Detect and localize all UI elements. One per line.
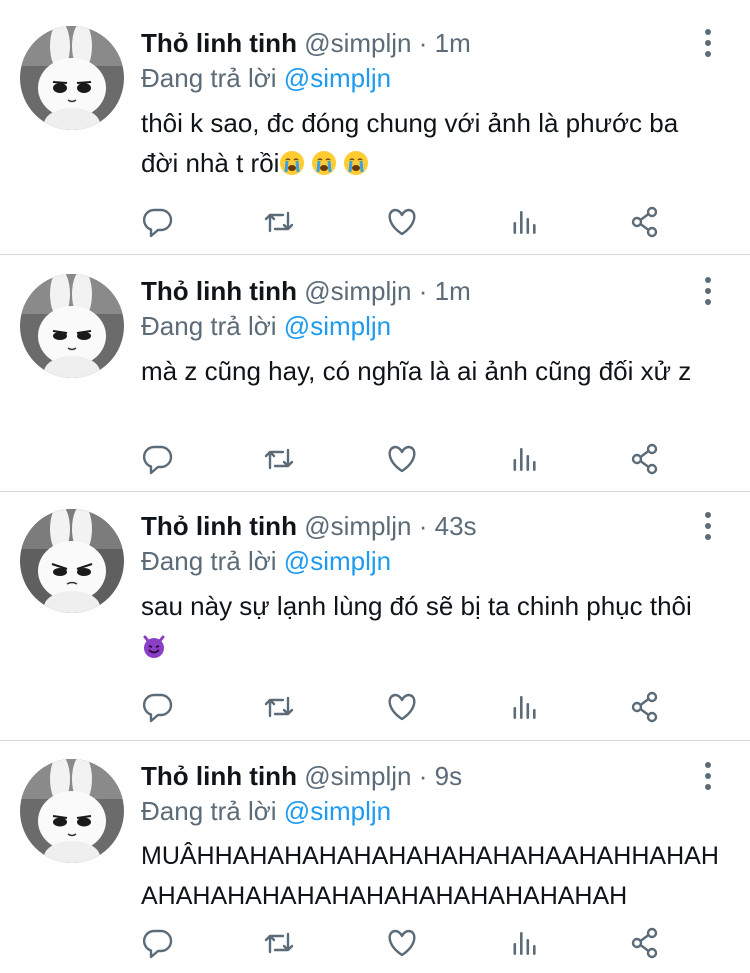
more-options-icon[interactable] [694,26,722,60]
tweet[interactable]: Thỏ linh tinh @simpljn · 9s Đang trả lời… [0,741,750,973]
author-handle[interactable]: @simpljn [304,511,411,541]
more-options-icon[interactable] [694,759,722,793]
replying-to-label: Đang trả lời [141,311,277,341]
analytics-icon[interactable] [508,926,542,960]
share-icon[interactable] [628,690,662,724]
share-icon[interactable] [628,926,662,960]
tweet-text: MUÂHHAHAHAHAHAHAHAHAHAHAAHAHHAHAHAHAHAHA… [141,836,721,916]
replying-to: Đang trả lời @simpljn [141,61,391,95]
tweet[interactable]: Thỏ linh tinh @simpljn · 43s Đang trả lờ… [0,492,750,740]
reply-feed: Thỏ linh tinh @simpljn · 1m Đang trả lời… [0,0,750,973]
replying-to: Đang trả lời @simpljn [141,544,391,578]
tweet[interactable]: Thỏ linh tinh @simpljn · 1m Đang trả lời… [0,255,750,491]
separator-dot: · [418,511,428,541]
retweet-icon[interactable] [262,205,296,239]
loudly-crying-face-icon [344,151,369,175]
tweet-text: sau này sự lạnh lùng đó sẽ bị ta chinh p… [141,586,721,666]
separator-dot: · [418,276,428,306]
tweet-text-content: thôi k sao, đc đóng chung với ảnh là phư… [141,108,679,178]
reply-icon[interactable] [141,690,175,724]
author-handle[interactable]: @simpljn [304,276,411,306]
like-icon[interactable] [385,690,419,724]
separator-dot: · [418,28,428,58]
retweet-icon[interactable] [262,442,296,476]
tweet-text-content: sau này sự lạnh lùng đó sẽ bị ta chinh p… [141,591,692,621]
avatar[interactable] [20,759,124,863]
loudly-crying-face-icon [280,151,305,175]
author-handle[interactable]: @simpljn [304,761,411,791]
replying-to-label: Đang trả lời [141,796,277,826]
smiling-devil-face-icon [143,635,165,658]
timestamp[interactable]: 9s [435,761,462,791]
replying-to-mention[interactable]: @simpljn [284,546,391,576]
share-icon[interactable] [628,205,662,239]
avatar[interactable] [20,509,124,613]
like-icon[interactable] [385,205,419,239]
tweet-text-content: mà z cũng hay, có nghĩa là ai ảnh cũng đ… [141,356,692,386]
author-name[interactable]: Thỏ linh tinh [141,28,297,58]
timestamp[interactable]: 1m [435,28,471,58]
replying-to-label: Đang trả lời [141,63,277,93]
like-icon[interactable] [385,442,419,476]
tweet-text: mà z cũng hay, có nghĩa là ai ảnh cũng đ… [141,351,721,391]
loudly-crying-face-icon [312,151,337,175]
author-handle[interactable]: @simpljn [304,28,411,58]
reply-icon[interactable] [141,442,175,476]
more-options-icon[interactable] [694,274,722,308]
more-options-icon[interactable] [694,509,722,543]
tweet-text-content: MUÂHHAHAHAHAHAHAHAHAHAHAAHAHHAHAHAHAHAHA… [141,842,719,910]
author-name[interactable]: Thỏ linh tinh [141,276,297,306]
reply-icon[interactable] [141,205,175,239]
timestamp[interactable]: 43s [435,511,477,541]
replying-to-mention[interactable]: @simpljn [284,796,391,826]
share-icon[interactable] [628,442,662,476]
replying-to-label: Đang trả lời [141,546,277,576]
reply-icon[interactable] [141,926,175,960]
author-name[interactable]: Thỏ linh tinh [141,761,297,791]
avatar[interactable] [20,26,124,130]
replying-to-mention[interactable]: @simpljn [284,63,391,93]
timestamp[interactable]: 1m [435,276,471,306]
analytics-icon[interactable] [508,442,542,476]
separator-dot: · [418,761,428,791]
replying-to: Đang trả lời @simpljn [141,309,391,343]
retweet-icon[interactable] [262,690,296,724]
replying-to-mention[interactable]: @simpljn [284,311,391,341]
author-name[interactable]: Thỏ linh tinh [141,511,297,541]
retweet-icon[interactable] [262,926,296,960]
analytics-icon[interactable] [508,690,542,724]
tweet-text: thôi k sao, đc đóng chung với ảnh là phư… [141,103,721,183]
like-icon[interactable] [385,926,419,960]
tweet[interactable]: Thỏ linh tinh @simpljn · 1m Đang trả lời… [0,0,750,254]
avatar[interactable] [20,274,124,378]
analytics-icon[interactable] [508,205,542,239]
replying-to: Đang trả lời @simpljn [141,794,391,828]
